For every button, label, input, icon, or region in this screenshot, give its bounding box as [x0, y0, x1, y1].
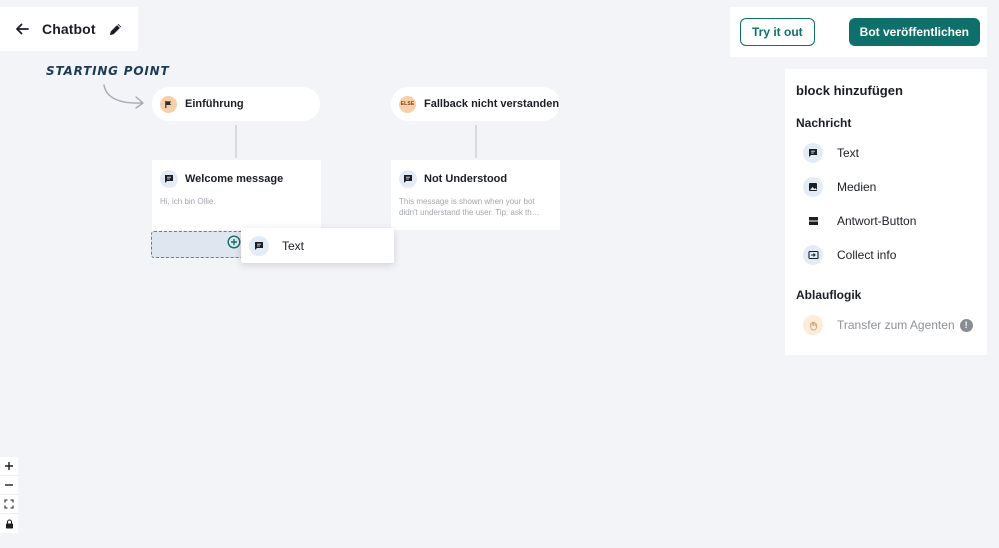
panel-title: block hinzufügen — [796, 83, 903, 98]
hand-icon — [803, 315, 823, 335]
block-item-label: Antwort-Button — [837, 214, 917, 228]
message-icon — [160, 170, 178, 188]
message-icon — [399, 170, 417, 188]
block-item-label: Medien — [837, 180, 877, 194]
block-item-label: Collect info — [837, 248, 897, 262]
block-item-antwort-button[interactable]: Antwort-Button — [803, 210, 976, 232]
page-title: Chatbot — [42, 21, 96, 37]
block-item-medien[interactable]: Medien — [803, 176, 976, 198]
card-body: This message is shown when your bot didn… — [399, 197, 540, 217]
input-icon — [803, 245, 823, 265]
lock-icon[interactable] — [0, 514, 18, 533]
zoom-in-icon[interactable] — [0, 457, 18, 476]
card-title: Welcome message — [185, 173, 284, 185]
block-item-collect-info[interactable]: Collect info — [803, 244, 976, 266]
fit-view-icon[interactable] — [0, 495, 18, 514]
button-icon — [803, 211, 823, 231]
warning-badge-icon: ! — [959, 318, 973, 332]
section-label-nachricht: Nachricht — [796, 116, 852, 130]
plus-circle-icon[interactable] — [227, 235, 241, 254]
section-label-ablauflogik: Ablauflogik — [796, 288, 862, 302]
node-label: Fallback nicht verstanden — [424, 98, 560, 110]
connector-line — [235, 125, 237, 158]
flag-icon — [160, 95, 177, 113]
publish-bot-button[interactable]: Bot veröffentlichen — [848, 18, 981, 46]
block-item-transfer-agent: Transfer zum Agenten ! — [803, 314, 976, 336]
connector-line — [475, 125, 477, 158]
block-item-label: Text — [837, 146, 860, 160]
starting-point-label: STARTING POINT — [46, 64, 170, 78]
block-item-label: Transfer zum Agenten — [837, 318, 955, 332]
card-body: Hi, ich bin Ollie. — [160, 197, 216, 206]
image-icon — [803, 177, 823, 197]
card-title: Not Understood — [424, 173, 508, 185]
welcome-message-card[interactable]: Welcome message Hi, ich bin Ollie. — [152, 160, 321, 230]
zoom-out-icon[interactable] — [0, 476, 18, 495]
message-icon — [803, 143, 823, 163]
node-einfuehrung[interactable]: Einführung — [152, 87, 320, 121]
dragging-text-block[interactable]: Text — [241, 228, 394, 263]
add-block-panel: block hinzufügen Nachricht Text Medien A… — [785, 69, 987, 355]
else-icon: ELSE — [399, 95, 416, 113]
back-arrow-icon[interactable] — [14, 21, 30, 37]
chatbot-title-bar: Chatbot — [0, 7, 138, 51]
edit-pencil-icon[interactable] — [108, 22, 123, 37]
message-icon — [249, 235, 269, 256]
starting-point-arrow-icon — [103, 84, 144, 109]
drag-ghost-label: Text — [282, 238, 305, 253]
node-fallback[interactable]: ELSE Fallback nicht verstanden — [391, 87, 560, 121]
header-actions: Try it out Bot veröffentlichen — [730, 7, 987, 57]
not-understood-card[interactable]: Not Understood This message is shown whe… — [391, 160, 560, 230]
node-label: Einführung — [185, 98, 244, 110]
block-item-text[interactable]: Text — [803, 142, 976, 164]
zoom-controls — [0, 457, 18, 533]
try-it-out-button[interactable]: Try it out — [740, 18, 815, 46]
